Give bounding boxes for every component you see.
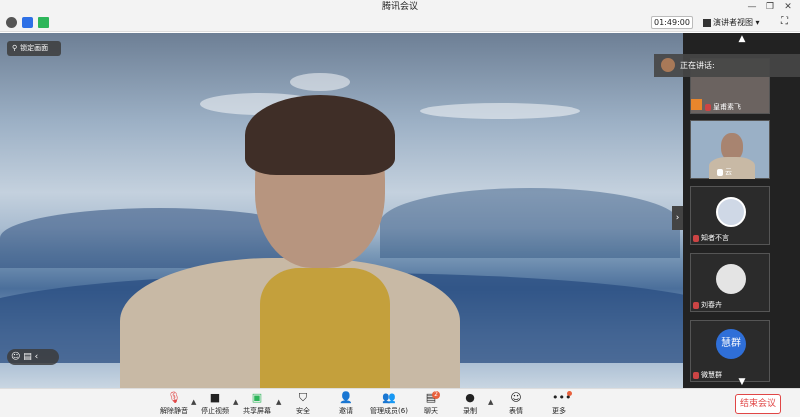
record-options-caret[interactable]: ▲: [488, 398, 493, 406]
lock-label: 锁定画面: [20, 44, 49, 52]
user-icon: [691, 99, 702, 110]
security-button[interactable]: ⛉ 安全: [284, 392, 322, 416]
speaker-view-dropdown[interactable]: 演讲者视图 ▾: [703, 16, 771, 29]
record-button[interactable]: ● 录制: [451, 392, 489, 416]
more-icon: •••: [552, 391, 572, 404]
close-icon[interactable]: ✕: [779, 0, 797, 14]
share-options-caret[interactable]: ▲: [276, 398, 281, 406]
stage-controls[interactable]: ☺ ▤ ‹: [7, 349, 59, 365]
meeting-timer: 01:49:00: [651, 16, 693, 29]
participant-coat: [709, 157, 755, 179]
window-title: 腾讯会议: [381, 2, 418, 12]
mic-off-icon: [693, 371, 699, 379]
title-bar: 腾讯会议: [0, 0, 800, 14]
participant-tile[interactable]: 云: [690, 120, 770, 179]
participant-tile[interactable]: 刘春卉: [690, 253, 770, 312]
emoji-icon[interactable]: ☺: [11, 352, 20, 362]
scroll-down-icon[interactable]: ▼: [736, 378, 748, 387]
record-label: 录制: [463, 407, 477, 415]
pin-icon: ⚲: [12, 44, 18, 52]
speaking-label: 正在讲话:: [680, 61, 715, 70]
mic-off-icon: [693, 301, 699, 309]
collapse-panel-button[interactable]: ›: [672, 206, 683, 230]
reactions-label: 表情: [509, 407, 523, 415]
stop-video-button[interactable]: ■ 停止视频: [196, 392, 234, 416]
more-label: 更多: [552, 407, 566, 415]
more-button[interactable]: ••• 更多: [540, 392, 578, 416]
emoji-icon: ☺: [510, 391, 522, 404]
unmute-label: 解除静音: [160, 407, 188, 415]
security-label: 安全: [296, 407, 310, 415]
maximize-icon[interactable]: ❐: [761, 0, 779, 14]
lock-view-button[interactable]: ⚲ 锁定画面: [7, 41, 61, 56]
chat-button[interactable]: ▤ 聊天: [412, 392, 450, 416]
info-icon[interactable]: [6, 17, 17, 28]
mic-off-icon: [693, 234, 699, 242]
manage-members-label: 管理成员(6): [370, 407, 408, 415]
signal-icon[interactable]: [38, 17, 49, 28]
share-screen-button[interactable]: ▣ 共享屏幕: [238, 392, 276, 416]
end-meeting-button[interactable]: 结束会议: [735, 394, 781, 414]
mic-off-icon: [705, 103, 711, 111]
stop-video-label: 停止视频: [201, 407, 229, 415]
chat-bubble-icon[interactable]: ▤: [23, 352, 32, 362]
avatar: [716, 197, 746, 227]
chat-label: 聊天: [424, 407, 438, 415]
avatar: [716, 264, 746, 294]
share-screen-icon: ▣: [251, 391, 263, 404]
participant-name: 刘春卉: [693, 300, 722, 310]
shield-icon: ⛉: [298, 391, 308, 404]
unmute-button[interactable]: 🎙 解除静音: [155, 392, 193, 416]
shield-icon[interactable]: [22, 17, 33, 28]
main-video: [0, 33, 683, 388]
avatar: 慧群: [716, 329, 746, 359]
invite-button[interactable]: 👤 邀请: [327, 392, 365, 416]
manage-members-button[interactable]: 👥 管理成员(6): [366, 392, 412, 416]
mic-icon: [717, 168, 723, 176]
minimize-icon[interactable]: —: [743, 0, 761, 14]
participant-name: 云: [717, 167, 732, 177]
mic-off-icon: 🎙: [167, 391, 181, 404]
record-icon: ●: [465, 391, 475, 404]
more-notification-dot: [567, 391, 572, 396]
fullscreen-icon[interactable]: ⛶: [781, 16, 793, 28]
scroll-up-icon[interactable]: ▲: [736, 35, 748, 44]
presenter-sweater: [260, 268, 390, 388]
view-label: 演讲者视图: [713, 18, 753, 27]
participant-tile[interactable]: 知者不言: [690, 186, 770, 245]
share-screen-label: 共享屏幕: [243, 407, 271, 415]
participant-name: 微慧群: [693, 370, 722, 380]
invite-label: 邀请: [339, 407, 353, 415]
chevron-left-icon[interactable]: ‹: [35, 352, 39, 362]
camera-icon: ■: [209, 391, 221, 404]
members-icon: 👥: [382, 391, 396, 404]
participant-tile[interactable]: 慧群 微慧群: [690, 320, 770, 382]
add-user-icon: 👤: [339, 391, 353, 404]
presenter-hair: [245, 95, 395, 175]
view-icon: [703, 18, 711, 27]
participant-name: 知者不言: [693, 233, 729, 243]
chat-unread-badge: 2: [432, 391, 440, 399]
reactions-button[interactable]: ☺ 表情: [497, 392, 535, 416]
speaking-indicator: 正在讲话:: [654, 54, 800, 77]
speaker-avatar: [661, 58, 675, 72]
participant-name: 皇甫素飞: [705, 102, 741, 112]
